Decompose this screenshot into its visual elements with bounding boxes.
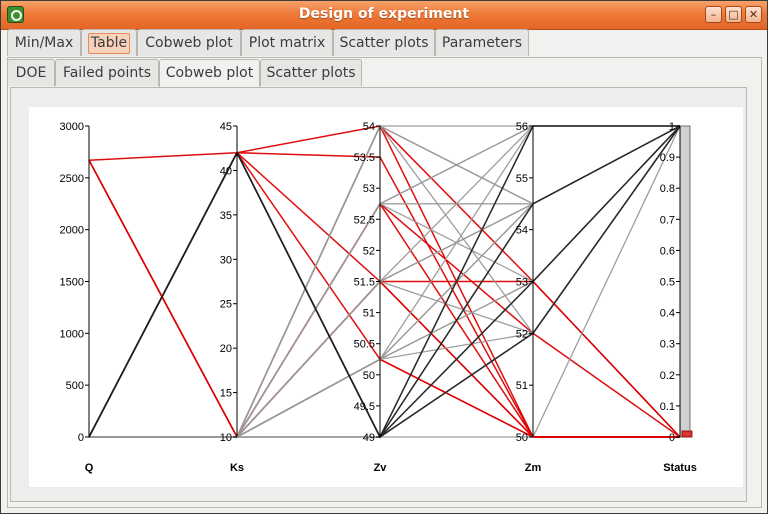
tick-label: 1000	[60, 328, 84, 340]
tick-label: 3000	[60, 121, 84, 133]
tick-label: 53	[363, 183, 375, 195]
cobweb-plot[interactable]: 0 500 1000 1500 2000 2500 3000 Q 10 15 20 25 30 35 40 4…	[29, 107, 743, 487]
tick-label: 10	[220, 432, 232, 444]
status-bar-fill	[681, 430, 693, 438]
tick-label: 53	[516, 277, 528, 289]
tab-doe[interactable]: DOE	[7, 59, 55, 86]
tab-label: Cobweb plot	[165, 65, 254, 81]
tick-label: 25	[220, 299, 232, 311]
tab-min-max[interactable]: Min/Max	[7, 29, 81, 56]
tab-cobweb-plot-sub[interactable]: Cobweb plot	[159, 59, 260, 88]
close-icon: ✕	[748, 8, 759, 21]
tick-label: 35	[220, 210, 232, 222]
tick-label: 0.1	[660, 401, 675, 413]
tab-label: Plot matrix	[248, 35, 326, 51]
tick-label: 15	[220, 388, 232, 400]
axis-label: Status	[663, 462, 697, 474]
tick-label: 51	[516, 380, 528, 392]
axis-label: Zm	[525, 462, 542, 474]
title-bar[interactable]: Design of experiment – □ ✕	[1, 1, 767, 30]
tick-label: 0.7	[660, 214, 675, 226]
tick-label: 53.5	[354, 152, 375, 164]
tick-label: 2000	[60, 225, 84, 237]
tick-label: 54	[516, 225, 528, 237]
tick-label: 20	[220, 343, 232, 355]
cobweb-line	[88, 151, 680, 438]
tick-label: 0.6	[660, 245, 675, 257]
tab-label: Failed points	[62, 65, 152, 81]
tick-label: 51.5	[354, 277, 375, 289]
axis-label: Ks	[230, 462, 244, 474]
tick-label: 49.5	[354, 401, 375, 413]
cobweb-line	[88, 151, 681, 438]
tick-label: 2500	[60, 173, 84, 185]
status-bar-background	[679, 125, 691, 438]
close-button[interactable]: ✕	[745, 6, 762, 23]
tick-label: 500	[66, 380, 84, 392]
tick-label: 30	[220, 254, 232, 266]
tick-label: 1500	[60, 277, 84, 289]
tab-failed-points[interactable]: Failed points	[55, 59, 159, 86]
tick-label: 50	[363, 370, 375, 382]
tick-label: 40	[220, 165, 232, 177]
tick-label: 56	[516, 121, 528, 133]
maximize-button[interactable]: □	[725, 6, 742, 23]
tick-label: 0.3	[660, 339, 675, 351]
tab-label: Table	[87, 33, 131, 54]
tick-label: 0	[669, 432, 675, 444]
tab-cobweb-plot[interactable]: Cobweb plot	[137, 29, 241, 56]
tab-label: DOE	[15, 65, 47, 81]
tick-label: 52	[363, 245, 375, 257]
tick-label: 0.9	[660, 152, 675, 164]
minimize-button[interactable]: –	[705, 6, 722, 23]
axis-label: Q	[85, 462, 94, 474]
tick-label: 0.8	[660, 183, 675, 195]
tick-label: 52.5	[354, 214, 375, 226]
cobweb-line	[89, 202, 681, 438]
tab-label: Scatter plots	[266, 65, 356, 81]
tab-table[interactable]: Table	[81, 29, 137, 56]
tick-label: 50	[516, 432, 528, 444]
tab-parameters[interactable]: Parameters	[435, 29, 529, 56]
minimize-icon: –	[710, 8, 717, 21]
axis-label: Zv	[374, 462, 388, 474]
main-tab-bar: Min/Max Table Cobweb plot Plot matrix Sc…	[7, 29, 767, 57]
tick-label: 52	[516, 328, 528, 340]
tick-label: 51	[363, 308, 375, 320]
sub-tab-bar: DOE Failed points Cobweb plot Scatter pl…	[7, 59, 767, 88]
tick-label: 0.5	[660, 277, 675, 289]
cobweb-line	[88, 151, 680, 438]
tab-label: Scatter plots	[339, 35, 429, 51]
maximize-icon: □	[728, 8, 739, 21]
tick-label: 55	[516, 173, 528, 185]
tab-scatter-plots[interactable]: Scatter plots	[333, 29, 435, 56]
tick-label: 49	[363, 432, 375, 444]
tick-label: 45	[220, 121, 232, 133]
tick-label: 0.2	[660, 370, 675, 382]
window-title: Design of experiment	[298, 6, 470, 22]
tick-label: 0	[78, 432, 84, 444]
tick-label: 54	[363, 121, 375, 133]
tab-label: Cobweb plot	[145, 35, 233, 51]
tab-scatter-plots-sub[interactable]: Scatter plots	[260, 59, 362, 86]
cobweb-chart-svg: 050010001500200025003000Q101520253035404…	[60, 121, 697, 474]
cobweb-line	[89, 280, 680, 438]
tab-plot-matrix[interactable]: Plot matrix	[241, 29, 333, 56]
app-window: Design of experiment – □ ✕ Min/Max Table…	[0, 0, 768, 514]
tick-label: 0.4	[660, 308, 675, 320]
tick-label: 50.5	[354, 339, 375, 351]
tick-label: 1	[669, 121, 675, 133]
tab-label: Parameters	[441, 35, 523, 51]
tab-label: Min/Max	[14, 35, 74, 51]
